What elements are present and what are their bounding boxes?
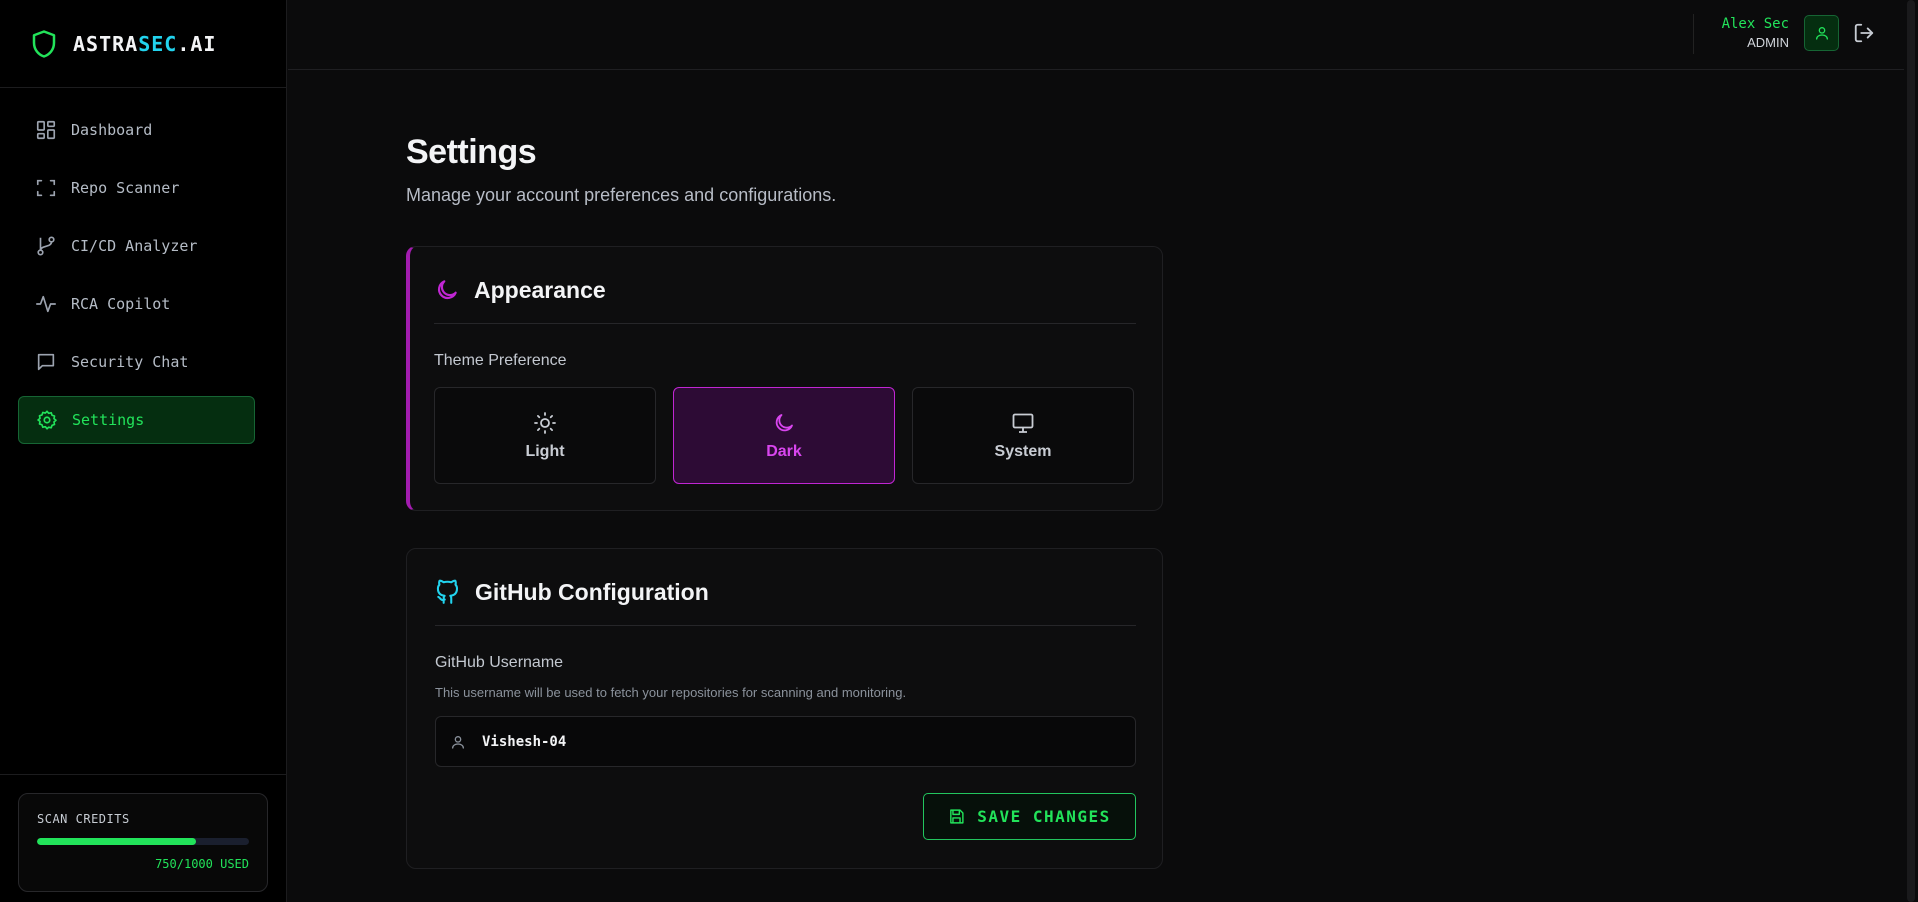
github-username-label: GitHub Username bbox=[435, 654, 564, 671]
chat-icon bbox=[37, 353, 55, 371]
scan-credits-card: SCAN CREDITS 750/1000 USED bbox=[18, 793, 268, 892]
theme-option-label: System bbox=[994, 442, 1052, 460]
github-icon bbox=[436, 579, 459, 604]
user-icon bbox=[1815, 27, 1828, 40]
save-changes-label: SAVE CHANGES bbox=[977, 807, 1111, 826]
grid-icon bbox=[36, 120, 56, 140]
user-role: ADMIN bbox=[1747, 35, 1789, 50]
github-username-hint: This username will be used to fetch your… bbox=[435, 685, 907, 700]
theme-option-dark[interactable]: Dark bbox=[673, 387, 895, 484]
sidebar-item-repo-scanner[interactable]: Repo Scanner bbox=[18, 164, 255, 212]
sidebar-item-label: Dashboard bbox=[71, 121, 153, 139]
profile-button[interactable] bbox=[1804, 15, 1839, 51]
scan-credits-title: SCAN CREDITS bbox=[37, 812, 130, 826]
github-username-input[interactable] bbox=[480, 732, 1104, 751]
moon-icon bbox=[437, 280, 457, 300]
page-subtitle: Manage your account preferences and conf… bbox=[406, 185, 837, 205]
header-divider bbox=[1693, 14, 1694, 54]
gear-icon bbox=[37, 410, 57, 430]
save-changes-button[interactable]: SAVE CHANGES bbox=[923, 793, 1136, 840]
github-username-field[interactable] bbox=[435, 716, 1136, 767]
theme-option-label: Light bbox=[525, 442, 565, 460]
sidebar-item-label: Security Chat bbox=[71, 353, 189, 371]
sun-icon bbox=[534, 411, 556, 434]
sidebar-nav: Dashboard Repo Scanner CI/CD Analyzer RC… bbox=[0, 88, 286, 444]
sidebar-item-label: Settings bbox=[72, 411, 145, 429]
scan-credits-progress-fill bbox=[37, 838, 196, 845]
github-header: GitHub Configuration bbox=[435, 577, 1136, 626]
scan-credits-used: 750/1000 USED bbox=[155, 857, 249, 871]
brand-name: ASTRASEC.AI bbox=[73, 31, 217, 56]
sidebar-item-dashboard[interactable]: Dashboard bbox=[18, 106, 255, 154]
logout-icon[interactable] bbox=[1853, 22, 1875, 44]
sidebar-item-label: Repo Scanner bbox=[71, 179, 180, 197]
scrollbar[interactable] bbox=[1904, 0, 1918, 902]
brand[interactable]: ASTRASEC.AI bbox=[0, 0, 286, 88]
appearance-header: Appearance bbox=[434, 275, 1136, 324]
github-title: GitHub Configuration bbox=[475, 579, 709, 605]
sidebar-item-label: CI/CD Analyzer bbox=[71, 237, 198, 255]
page-title: Settings bbox=[406, 133, 537, 171]
theme-option-system[interactable]: System bbox=[912, 387, 1134, 484]
save-icon bbox=[950, 809, 964, 824]
git-branch-icon bbox=[37, 236, 55, 256]
top-bar bbox=[288, 0, 1918, 70]
monitor-icon bbox=[1012, 413, 1034, 433]
sidebar-item-cicd-analyzer[interactable]: CI/CD Analyzer bbox=[18, 222, 255, 270]
moon-icon bbox=[775, 413, 793, 431]
activity-icon bbox=[36, 295, 56, 313]
sidebar-item-rca-copilot[interactable]: RCA Copilot bbox=[18, 280, 255, 328]
appearance-card: Appearance Theme Preference Light Dark S… bbox=[406, 246, 1163, 511]
user-name: Alex Sec bbox=[1721, 16, 1789, 32]
shield-icon bbox=[32, 29, 56, 58]
sidebar-item-label: RCA Copilot bbox=[71, 295, 171, 313]
sidebar-divider bbox=[0, 774, 286, 775]
scrollbar-thumb[interactable] bbox=[1907, 0, 1915, 902]
sidebar-item-security-chat[interactable]: Security Chat bbox=[18, 338, 255, 386]
scan-credits-progress bbox=[37, 838, 249, 845]
theme-preference-label: Theme Preference bbox=[434, 352, 567, 369]
github-config-card: GitHub Configuration GitHub Username Thi… bbox=[406, 548, 1163, 869]
user-icon bbox=[452, 735, 464, 749]
appearance-title: Appearance bbox=[474, 277, 606, 303]
sidebar: ASTRASEC.AI Dashboard Repo Scanner CI/CD… bbox=[0, 0, 287, 902]
theme-option-light[interactable]: Light bbox=[434, 387, 656, 484]
theme-option-label: Dark bbox=[766, 442, 802, 460]
sidebar-item-settings[interactable]: Settings bbox=[18, 396, 255, 444]
scan-icon bbox=[36, 179, 56, 197]
